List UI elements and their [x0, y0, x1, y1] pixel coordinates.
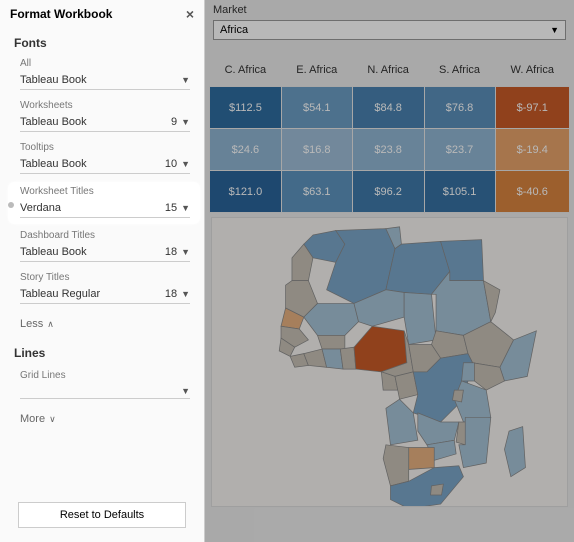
chevron-down-icon[interactable]: ▼ — [177, 203, 190, 213]
country-angola[interactable] — [386, 399, 418, 445]
group-label: Worksheet Titles — [20, 186, 190, 197]
chevron-down-icon[interactable]: ▼ — [177, 159, 190, 169]
font-name: Tableau Book — [20, 72, 155, 88]
market-filter-label: Market — [205, 0, 574, 18]
font-size: 18 — [155, 246, 177, 258]
font-select-row[interactable]: Verdana 15 ▼ — [20, 200, 190, 218]
country-madagascar[interactable] — [504, 427, 525, 477]
group-label: Story Titles — [20, 272, 190, 283]
font-name: Verdana — [20, 200, 155, 216]
font-select-row[interactable]: Tableau Book 10 ▼ — [20, 156, 190, 174]
table-cell[interactable]: $-40.6 — [495, 171, 570, 213]
group-label: Tooltips — [20, 142, 190, 153]
table-row: $112.5$54.1$84.8$76.8$-97.1 — [210, 87, 570, 129]
table-row: $24.6$16.8$23.8$23.7$-19.4 — [210, 129, 570, 171]
panel-header: Format Workbook × — [0, 0, 204, 28]
group-label: All — [20, 58, 190, 69]
table-header-row: C. AfricaE. AfricaN. AfricaS. AfricaW. A… — [210, 58, 570, 87]
font-name: Tableau Book — [20, 156, 155, 172]
font-size: 15 — [155, 202, 177, 214]
table-cell[interactable]: $84.8 — [352, 87, 424, 129]
font-name: Tableau Book — [20, 244, 155, 260]
chevron-down-icon[interactable]: ▼ — [177, 289, 190, 299]
font-size: 18 — [155, 288, 177, 300]
font-group-dashboard-titles: Dashboard Titles Tableau Book 18 ▼ — [0, 226, 204, 268]
table-cell[interactable]: $-97.1 — [495, 87, 570, 129]
table-cell[interactable]: $54.1 — [281, 87, 352, 129]
format-workbook-panel: Format Workbook × Fonts All Tableau Book… — [0, 0, 205, 542]
less-toggle[interactable]: Less∧ — [0, 310, 204, 338]
font-select-row[interactable]: Tableau Regular 18 ▼ — [20, 286, 190, 304]
table-body: $112.5$54.1$84.8$76.8$-97.1$24.6$16.8$23… — [210, 87, 570, 213]
fonts-section-title: Fonts — [0, 28, 204, 54]
country-lesotho[interactable] — [431, 484, 444, 495]
font-size: 9 — [155, 116, 177, 128]
market-filter-select[interactable]: Africa ▼ — [213, 20, 566, 40]
chevron-down-icon[interactable]: ▼ — [177, 75, 190, 85]
table-cell[interactable]: $96.2 — [352, 171, 424, 213]
column-header[interactable]: N. Africa — [352, 58, 424, 87]
table-cell[interactable]: $23.8 — [352, 129, 424, 171]
country-uganda[interactable] — [462, 363, 475, 381]
more-toggle[interactable]: More∨ — [0, 405, 204, 433]
map-svg — [212, 218, 567, 506]
panel-title: Format Workbook — [10, 7, 112, 21]
font-name: Tableau Regular — [20, 286, 155, 302]
table-cell[interactable]: $112.5 — [210, 87, 282, 129]
chevron-up-icon: ∧ — [43, 319, 54, 329]
column-header[interactable]: E. Africa — [281, 58, 352, 87]
country-burkina[interactable] — [318, 335, 345, 349]
font-select-row[interactable]: Tableau Book 9 ▼ — [20, 114, 190, 132]
table-cell[interactable]: $121.0 — [210, 171, 282, 213]
font-group-story-titles: Story Titles Tableau Regular 18 ▼ — [0, 268, 204, 310]
font-group-worksheet-titles: Worksheet Titles Verdana 15 ▼ — [8, 182, 200, 224]
column-header[interactable]: C. Africa — [210, 58, 282, 87]
country-botswana[interactable] — [409, 448, 435, 470]
group-label: Worksheets — [20, 100, 190, 111]
grid-lines-select[interactable]: ▼ — [20, 384, 190, 399]
data-table: C. AfricaE. AfricaN. AfricaS. AfricaW. A… — [209, 58, 570, 213]
chevron-down-icon[interactable]: ▼ — [177, 386, 190, 396]
visualization-area: Market Africa ▼ C. AfricaE. AfricaN. Afr… — [205, 0, 574, 542]
market-filter-value: Africa — [220, 24, 248, 36]
table-cell[interactable]: $24.6 — [210, 129, 282, 171]
table-row: $121.0$63.1$96.2$105.1$-40.6 — [210, 171, 570, 213]
chevron-down-icon[interactable]: ▼ — [177, 247, 190, 257]
reset-to-defaults-button[interactable]: Reset to Defaults — [18, 502, 186, 528]
group-label: Dashboard Titles — [20, 230, 190, 241]
chevron-down-icon[interactable]: ▼ — [177, 117, 190, 127]
close-icon[interactable]: × — [186, 6, 194, 22]
font-name: Tableau Book — [20, 114, 155, 130]
group-label: Grid Lines — [20, 370, 190, 381]
table-cell[interactable]: $63.1 — [281, 171, 352, 213]
chevron-down-icon: ∨ — [45, 414, 56, 424]
country-rwanda-burundi[interactable] — [452, 390, 463, 402]
country-chad[interactable] — [404, 292, 436, 344]
font-group-worksheets: Worksheets Tableau Book 9 ▼ — [0, 96, 204, 138]
table-cell[interactable]: $76.8 — [424, 87, 495, 129]
country-namibia[interactable] — [383, 445, 409, 486]
table-cell[interactable]: $23.7 — [424, 129, 495, 171]
modified-indicator-icon — [8, 202, 14, 208]
font-group-tooltips: Tooltips Tableau Book 10 ▼ — [0, 138, 204, 180]
grid-lines-group: Grid Lines ▼ — [0, 364, 204, 405]
font-select-row[interactable]: Tableau Book ▼ — [20, 72, 190, 90]
country-togo-benin[interactable] — [340, 347, 356, 369]
font-size: 10 — [155, 158, 177, 170]
lines-section-title: Lines — [0, 338, 204, 364]
table-cell[interactable]: $16.8 — [281, 129, 352, 171]
font-select-row[interactable]: Tableau Book 18 ▼ — [20, 244, 190, 262]
chevron-down-icon: ▼ — [550, 25, 559, 35]
column-header[interactable]: S. Africa — [424, 58, 495, 87]
table-cell[interactable]: $105.1 — [424, 171, 495, 213]
table-cell[interactable]: $-19.4 — [495, 129, 570, 171]
country-nigeria[interactable] — [354, 326, 407, 372]
font-group-all: All Tableau Book ▼ — [0, 54, 204, 96]
column-header[interactable]: W. Africa — [495, 58, 570, 87]
africa-map[interactable] — [211, 217, 568, 507]
